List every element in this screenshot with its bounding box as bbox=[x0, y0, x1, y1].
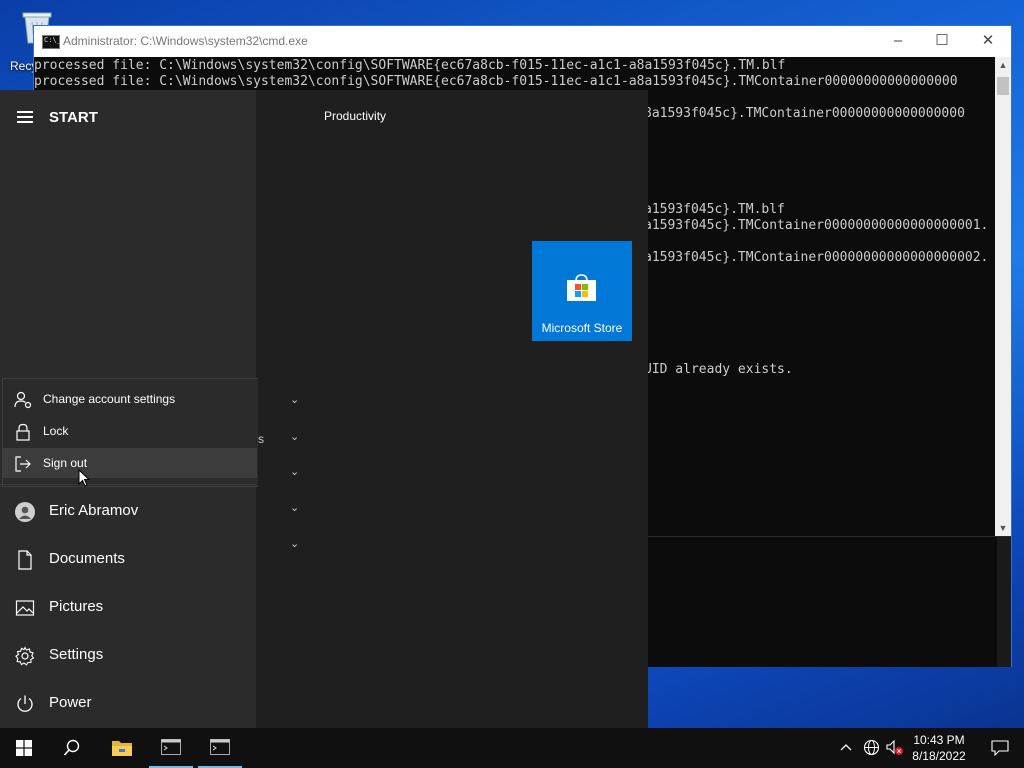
user-name: Eric Abramov bbox=[49, 502, 139, 519]
start-tiles-area: Productivity Microsoft Store bbox=[256, 90, 648, 728]
file-explorer-button[interactable] bbox=[98, 728, 146, 768]
cmd-title-bar[interactable]: Administrator: C:\Windows\system32\cmd.e… bbox=[34, 26, 1011, 57]
console-line: a1593f045c}.TMContainer00000000000000000… bbox=[644, 218, 989, 233]
tile-group-title[interactable]: Productivity bbox=[324, 109, 386, 123]
windows-logo-icon bbox=[16, 740, 32, 756]
gear-icon bbox=[15, 646, 35, 666]
chevron-down-icon[interactable]: ⌄ bbox=[290, 430, 300, 443]
console-line: a1593f045c}.TMContainer00000000000000000… bbox=[644, 250, 989, 265]
sign-out-item[interactable]: Sign out bbox=[3, 448, 257, 478]
item-label: Lock bbox=[43, 424, 69, 438]
globe-network-icon bbox=[863, 739, 880, 756]
volume-button[interactable] bbox=[884, 728, 906, 768]
console-line: processed file: C:\Windows\system32\conf… bbox=[34, 74, 958, 89]
chevron-down-icon[interactable]: ⌄ bbox=[290, 393, 300, 406]
scroll-thumb[interactable] bbox=[997, 77, 1009, 95]
notification-icon bbox=[991, 740, 1009, 756]
start-header: START bbox=[0, 90, 256, 142]
cmd-app-icon bbox=[42, 35, 61, 49]
tile-label: Microsoft Store bbox=[541, 321, 623, 335]
cmd-window-title: Administrator: C:\Windows\system32\cmd.e… bbox=[63, 34, 308, 48]
settings-button[interactable]: Settings bbox=[0, 633, 256, 679]
console-line: a1593f045c}.TM.blf bbox=[644, 202, 785, 217]
item-label: Pictures bbox=[49, 598, 104, 615]
chevron-down-icon[interactable]: ⌄ bbox=[290, 537, 300, 550]
power-icon bbox=[17, 695, 33, 712]
search-icon bbox=[63, 739, 80, 756]
truncated-text: s bbox=[258, 432, 264, 446]
taskbar: 10:43 PM 8/18/2022 bbox=[0, 728, 1024, 768]
cmd-icon bbox=[210, 739, 230, 755]
clock-date: 8/18/2022 bbox=[912, 749, 966, 763]
user-account-button[interactable]: Eric Abramov bbox=[0, 489, 256, 535]
hamburger-menu-icon[interactable] bbox=[17, 111, 33, 123]
start-menu: Productivity Microsoft Store START s ⌄ ⌄… bbox=[0, 90, 648, 728]
change-account-settings-item[interactable]: Change account settings bbox=[3, 384, 257, 414]
user-avatar-icon bbox=[15, 502, 35, 522]
sign-out-icon bbox=[15, 456, 31, 472]
item-label: Documents bbox=[49, 550, 125, 567]
speaker-muted-icon bbox=[886, 740, 903, 755]
documents-button[interactable]: Documents bbox=[0, 537, 256, 583]
microsoft-store-tile[interactable]: Microsoft Store bbox=[532, 241, 632, 341]
item-label: Change account settings bbox=[43, 392, 176, 406]
taskbar-clock[interactable]: 10:43 PM 8/18/2022 bbox=[905, 732, 973, 764]
cmd-taskbar-button-2[interactable] bbox=[196, 728, 244, 768]
chevron-up-icon bbox=[840, 744, 852, 751]
divider bbox=[0, 484, 256, 485]
start-header-label: START bbox=[49, 109, 98, 126]
console-line: UID already exists. bbox=[644, 362, 793, 377]
show-hidden-icons-button[interactable] bbox=[836, 728, 856, 768]
item-label: Sign out bbox=[43, 456, 88, 470]
cmd-taskbar-button-1[interactable] bbox=[147, 728, 195, 768]
folder-icon bbox=[112, 741, 132, 756]
action-center-button[interactable] bbox=[976, 728, 1024, 768]
lock-icon bbox=[16, 423, 30, 441]
lock-item[interactable]: Lock bbox=[3, 416, 257, 446]
search-button[interactable] bbox=[48, 728, 96, 768]
chevron-down-icon[interactable]: ⌄ bbox=[290, 501, 300, 514]
item-label: Power bbox=[49, 694, 92, 711]
pictures-button[interactable]: Pictures bbox=[0, 585, 256, 631]
lower-scrollbar[interactable] bbox=[997, 537, 1011, 667]
start-button[interactable] bbox=[0, 728, 48, 768]
document-icon bbox=[18, 550, 32, 570]
close-button[interactable]: ✕ bbox=[965, 26, 1011, 57]
network-button[interactable] bbox=[860, 728, 882, 768]
picture-icon bbox=[15, 600, 35, 616]
clock-time: 10:43 PM bbox=[913, 733, 965, 747]
person-settings-icon bbox=[14, 391, 32, 409]
chevron-down-icon[interactable]: ⌄ bbox=[290, 465, 300, 478]
cmd-scrollbar[interactable]: ▲ ▼ bbox=[995, 57, 1011, 536]
item-label: Settings bbox=[49, 646, 104, 663]
console-line: 8a1593f045c}.TMContainer0000000000000000… bbox=[644, 106, 965, 121]
power-button[interactable]: Power bbox=[0, 681, 256, 727]
maximize-button[interactable]: ☐ bbox=[919, 26, 965, 57]
mouse-cursor-icon bbox=[78, 469, 90, 487]
minimize-button[interactable]: – bbox=[875, 26, 921, 57]
scroll-down-icon[interactable]: ▼ bbox=[995, 520, 1011, 536]
cmd-icon bbox=[161, 739, 181, 755]
scroll-up-icon[interactable]: ▲ bbox=[995, 57, 1011, 73]
console-line: processed file: C:\Windows\system32\conf… bbox=[34, 58, 786, 73]
store-bag-icon bbox=[567, 274, 596, 301]
account-flyout: Change account settings Lock Sign out bbox=[2, 378, 258, 487]
